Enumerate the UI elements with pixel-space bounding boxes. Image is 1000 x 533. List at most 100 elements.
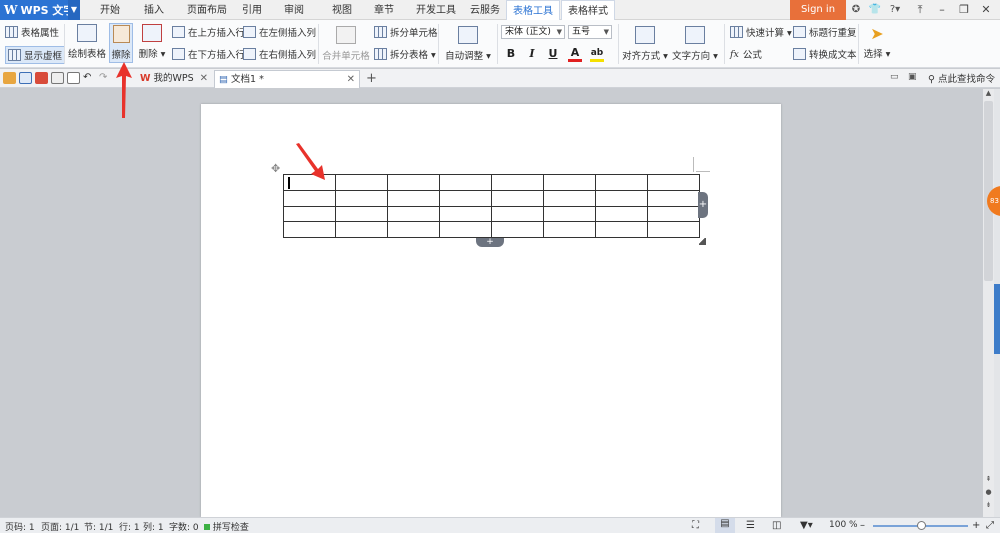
table-cell[interactable] bbox=[439, 221, 492, 238]
prev-page-icon[interactable]: ⇞ bbox=[983, 475, 994, 485]
zoom-level[interactable]: 100 % bbox=[829, 520, 858, 530]
document-table[interactable] bbox=[283, 174, 700, 238]
close-icon[interactable]: ✕ bbox=[976, 0, 996, 20]
table-cell[interactable] bbox=[439, 190, 492, 207]
table-cell[interactable] bbox=[543, 190, 596, 207]
insert-row-below-button[interactable]: 在下方插入行 bbox=[172, 47, 245, 61]
table-cell[interactable] bbox=[283, 221, 336, 238]
tab-review[interactable]: 审阅 bbox=[280, 0, 308, 20]
table-cell[interactable] bbox=[543, 174, 596, 191]
print-icon[interactable] bbox=[51, 72, 64, 84]
table-cell[interactable] bbox=[647, 190, 700, 207]
underline-button[interactable]: U bbox=[546, 47, 560, 60]
zoom-slider-thumb[interactable] bbox=[917, 521, 926, 530]
bold-button[interactable]: B bbox=[504, 47, 518, 60]
find-command-search[interactable]: ⚲ 点此查找命令 bbox=[928, 71, 995, 85]
show-gridlines-button[interactable]: 显示虚框 bbox=[5, 46, 66, 64]
split-table-button[interactable]: 拆分表格 ▾ bbox=[374, 47, 436, 61]
repeat-header-button[interactable]: 标题行重复 bbox=[793, 25, 857, 39]
italic-button[interactable]: I bbox=[525, 47, 539, 60]
expand-icon[interactable]: ⤢ bbox=[986, 520, 994, 531]
table-cell[interactable] bbox=[491, 190, 544, 207]
table-resize-handle-icon[interactable] bbox=[699, 238, 706, 245]
table-cell[interactable] bbox=[335, 174, 388, 191]
table-properties-button[interactable]: 表格属性 bbox=[5, 25, 59, 39]
erase-button[interactable]: 擦除 bbox=[109, 23, 133, 63]
print-preview-icon[interactable] bbox=[67, 72, 80, 84]
table-cell[interactable] bbox=[491, 221, 544, 238]
tab-table-style[interactable]: 表格样式 bbox=[561, 0, 615, 21]
help-icon[interactable]: ?▾ bbox=[886, 2, 904, 18]
table-cell[interactable] bbox=[387, 190, 440, 207]
table-cell[interactable] bbox=[595, 174, 648, 191]
chevron-down-icon[interactable]: ▼ bbox=[68, 0, 80, 20]
close-tab-icon[interactable]: ✕ bbox=[200, 70, 208, 87]
tab-page-layout[interactable]: 页面布局 bbox=[181, 0, 233, 20]
select-button[interactable]: ➤ 选择 ▾ bbox=[862, 24, 892, 60]
spell-check-toggle[interactable]: 拼写检查 bbox=[204, 520, 249, 533]
tab-references[interactable]: 引用 bbox=[238, 0, 266, 20]
tab-my-wps[interactable]: W 我的WPS ✕ bbox=[136, 70, 212, 88]
new-tab-button[interactable]: + bbox=[362, 70, 377, 88]
table-cell[interactable] bbox=[647, 174, 700, 191]
restore-icon[interactable]: ❐ bbox=[954, 0, 974, 20]
tab-home[interactable]: 开始 bbox=[96, 0, 124, 20]
table-cell[interactable] bbox=[387, 205, 440, 222]
select-browse-icon[interactable]: ● bbox=[983, 488, 994, 498]
font-color-button[interactable]: A bbox=[568, 47, 582, 62]
insert-row-above-button[interactable]: 在上方插入行 bbox=[172, 25, 245, 39]
web-view-icon[interactable]: ◫ bbox=[772, 520, 781, 531]
table-cell[interactable] bbox=[387, 221, 440, 238]
highlight-icon[interactable]: ab bbox=[590, 47, 604, 62]
redo-icon[interactable]: ↷ bbox=[99, 72, 112, 84]
tab-developer[interactable]: 开发工具 bbox=[412, 0, 460, 20]
font-name-select[interactable]: 宋体 (正文) ▼ bbox=[501, 25, 565, 39]
merge-cells-button[interactable]: 合并单元格 bbox=[322, 26, 370, 62]
sign-in-button[interactable]: Sign in bbox=[790, 0, 846, 20]
page-view-icon[interactable]: ▤ bbox=[715, 518, 735, 533]
outline-view-icon[interactable]: ☰ bbox=[746, 520, 755, 531]
table-cell[interactable] bbox=[543, 221, 596, 238]
table-cell[interactable] bbox=[491, 205, 544, 222]
tab-chapter[interactable]: 章节 bbox=[370, 0, 398, 20]
document-page[interactable] bbox=[201, 104, 781, 517]
minimize-icon[interactable]: – bbox=[932, 0, 952, 20]
ribbon-toggle-icon[interactable]: ⤒ bbox=[910, 0, 930, 20]
quick-calc-button[interactable]: 快速计算 ▾ bbox=[730, 25, 792, 39]
table-cell[interactable] bbox=[647, 221, 700, 238]
insert-col-right-button[interactable]: 在右侧插入列 bbox=[243, 47, 316, 61]
table-cell[interactable] bbox=[283, 190, 336, 207]
table-cell[interactable] bbox=[387, 174, 440, 191]
table-cell[interactable] bbox=[283, 205, 336, 222]
table-cell[interactable] bbox=[595, 205, 648, 222]
fullscreen-icon[interactable]: ⛶ bbox=[692, 520, 699, 531]
insert-col-left-button[interactable]: 在左侧插入列 bbox=[243, 25, 316, 39]
next-page-icon[interactable]: ⇟ bbox=[983, 501, 994, 511]
convert-to-text-button[interactable]: 转换成文本 bbox=[793, 47, 857, 61]
save-icon[interactable] bbox=[19, 72, 32, 84]
add-row-icon[interactable]: + bbox=[476, 238, 504, 247]
table-cell[interactable] bbox=[335, 190, 388, 207]
undo-icon[interactable]: ↶ bbox=[83, 72, 96, 84]
open-icon[interactable] bbox=[3, 72, 16, 84]
table-cell[interactable] bbox=[335, 221, 388, 238]
tab-table-tools[interactable]: 表格工具 bbox=[506, 0, 560, 21]
eye-protection-icon[interactable]: ▼▾ bbox=[800, 520, 813, 531]
table-cell[interactable] bbox=[595, 221, 648, 238]
add-column-icon[interactable]: + bbox=[698, 192, 708, 218]
auto-fit-button[interactable]: 自动调整 ▾ bbox=[444, 26, 492, 62]
shirt-icon[interactable]: 👕 bbox=[866, 2, 884, 18]
alignment-button[interactable]: 对齐方式 ▾ bbox=[622, 26, 668, 62]
vertical-scrollbar[interactable]: ▲ ⇞ ● ⇟ bbox=[983, 89, 994, 517]
app-menu-button[interactable]: W WPS 文字 ▼ bbox=[0, 0, 80, 20]
scroll-up-icon[interactable]: ▲ bbox=[983, 89, 994, 99]
table-cell[interactable] bbox=[595, 190, 648, 207]
tab-cloud-service[interactable]: 云服务 bbox=[465, 0, 505, 20]
tab-document1[interactable]: ▤ 文档1 * ✕ bbox=[214, 70, 360, 88]
side-panel-toggle[interactable] bbox=[994, 284, 1000, 354]
table-cell[interactable] bbox=[439, 205, 492, 222]
doc-icon[interactable]: ▭ bbox=[890, 72, 903, 84]
table-cell[interactable] bbox=[647, 205, 700, 222]
zoom-in-icon[interactable]: + bbox=[972, 520, 980, 531]
status-word-count[interactable]: 字数: 0 bbox=[169, 520, 199, 533]
